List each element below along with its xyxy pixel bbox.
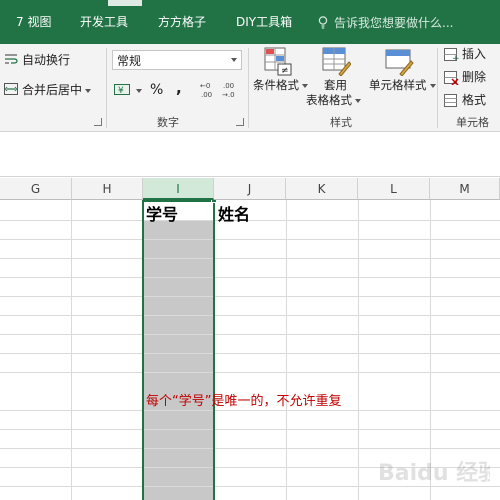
column-header-h[interactable]: H: [72, 178, 143, 200]
wrap-text-button[interactable]: 自动换行: [22, 52, 70, 68]
cells-group-label: 单元格: [456, 116, 489, 129]
gridline: [0, 258, 500, 259]
cell-i1[interactable]: 学号: [146, 201, 178, 225]
fill-handle[interactable]: [211, 200, 217, 203]
svg-text:+: +: [452, 54, 460, 62]
decrease-decimal-icon[interactable]: .00 →.0: [222, 80, 240, 100]
chevron-down-icon[interactable]: [85, 88, 92, 93]
formula-bar-area[interactable]: [0, 133, 500, 177]
gridline: [0, 315, 500, 316]
svg-text:→.0: →.0: [222, 91, 235, 99]
gridline: [358, 200, 359, 500]
tab-view[interactable]: 7 视图: [16, 14, 51, 30]
increase-decimal-icon[interactable]: ←0 .00: [200, 80, 218, 100]
gridline: [0, 239, 500, 240]
svg-text:←0: ←0: [200, 82, 210, 90]
gridline: [0, 277, 500, 278]
ribbon-tab-bar: 7 视图 开发工具 方方格子 DIY工具箱 告诉我您想要做什么...: [0, 0, 500, 44]
insert-button[interactable]: 插入: [462, 46, 486, 62]
column-header-g[interactable]: G: [0, 178, 72, 200]
svg-text:.00: .00: [201, 91, 212, 99]
comma-style-button[interactable]: ,: [176, 80, 182, 96]
alignment-dialog-launcher-icon[interactable]: [94, 118, 102, 126]
chevron-down-icon[interactable]: [355, 98, 361, 103]
group-separator: [106, 48, 107, 128]
gridline: [0, 353, 500, 354]
gridline: [0, 296, 500, 297]
ribbon-home: 自动换行 合并后居中 常规 ¥ % , ←0 .00 .00 →.0 数字 ≠: [0, 44, 500, 132]
gridline: [0, 410, 500, 411]
gridline: [0, 448, 500, 449]
group-separator: [248, 48, 249, 128]
number-format-select[interactable]: 常规: [112, 50, 242, 70]
format-button[interactable]: 格式: [462, 92, 486, 108]
format-as-table-button[interactable]: 表格格式: [306, 93, 361, 108]
insert-cells-icon[interactable]: +: [444, 48, 460, 62]
cell-styles-button[interactable]: 单元格样式: [369, 78, 436, 93]
tab-diy-toolbox[interactable]: DIY工具箱: [236, 14, 292, 30]
chevron-down-icon: [231, 58, 237, 62]
conditional-formatting-button[interactable]: 条件格式: [253, 78, 308, 93]
gridline: [71, 200, 72, 500]
baidu-watermark-logo: Baidu 经验: [378, 460, 490, 486]
gridline: [0, 429, 500, 430]
tab-developer[interactable]: 开发工具: [80, 14, 128, 30]
delete-button[interactable]: 删除: [462, 69, 486, 85]
wrap-text-icon: [5, 54, 18, 64]
number-format-value: 常规: [117, 54, 142, 68]
cell-styles-icon[interactable]: [384, 46, 414, 76]
format-as-table-label-1[interactable]: 套用: [324, 78, 347, 93]
format-as-table-icon[interactable]: [321, 46, 351, 76]
watermark-text: Baidu 经验: [378, 460, 490, 486]
column-header-l[interactable]: L: [358, 178, 430, 200]
chevron-down-icon[interactable]: [429, 83, 436, 88]
delete-cells-icon[interactable]: [444, 71, 460, 85]
gridline: [286, 200, 287, 500]
format-cells-icon[interactable]: [444, 94, 460, 108]
cell-j1[interactable]: 姓名: [218, 201, 250, 225]
chevron-down-icon[interactable]: [302, 83, 308, 88]
selection-border: [142, 200, 215, 500]
annotation-text: 每个“学号”是唯一的，不允许重复: [146, 394, 342, 409]
gridline: [0, 372, 500, 373]
lightbulb-icon: [318, 16, 328, 29]
tell-me-search[interactable]: 告诉我您想要做什么...: [334, 14, 453, 31]
percent-style-button[interactable]: %: [150, 82, 163, 98]
active-tab-indicator: [108, 0, 142, 6]
currency-symbol: ¥: [118, 86, 124, 96]
column-header-k[interactable]: K: [286, 178, 358, 200]
number-dialog-launcher-icon[interactable]: [236, 118, 244, 126]
column-header-j[interactable]: J: [214, 178, 286, 200]
accounting-format-icon[interactable]: ¥: [114, 82, 132, 98]
merge-center-button[interactable]: 合并后居中: [22, 82, 92, 98]
group-separator: [437, 48, 438, 128]
gridline: [0, 334, 500, 335]
number-group-label: 数字: [157, 116, 179, 129]
merge-center-icon: [4, 83, 18, 95]
column-header-m[interactable]: M: [430, 178, 500, 200]
conditional-formatting-icon[interactable]: ≠: [263, 46, 293, 76]
tab-fangfang-grid[interactable]: 方方格子: [158, 14, 206, 30]
column-header-i[interactable]: I: [143, 178, 214, 200]
chevron-down-icon[interactable]: [136, 89, 142, 93]
svg-text:≠: ≠: [281, 66, 289, 76]
svg-text:.00: .00: [223, 82, 234, 90]
styles-group-label: 样式: [330, 116, 352, 129]
